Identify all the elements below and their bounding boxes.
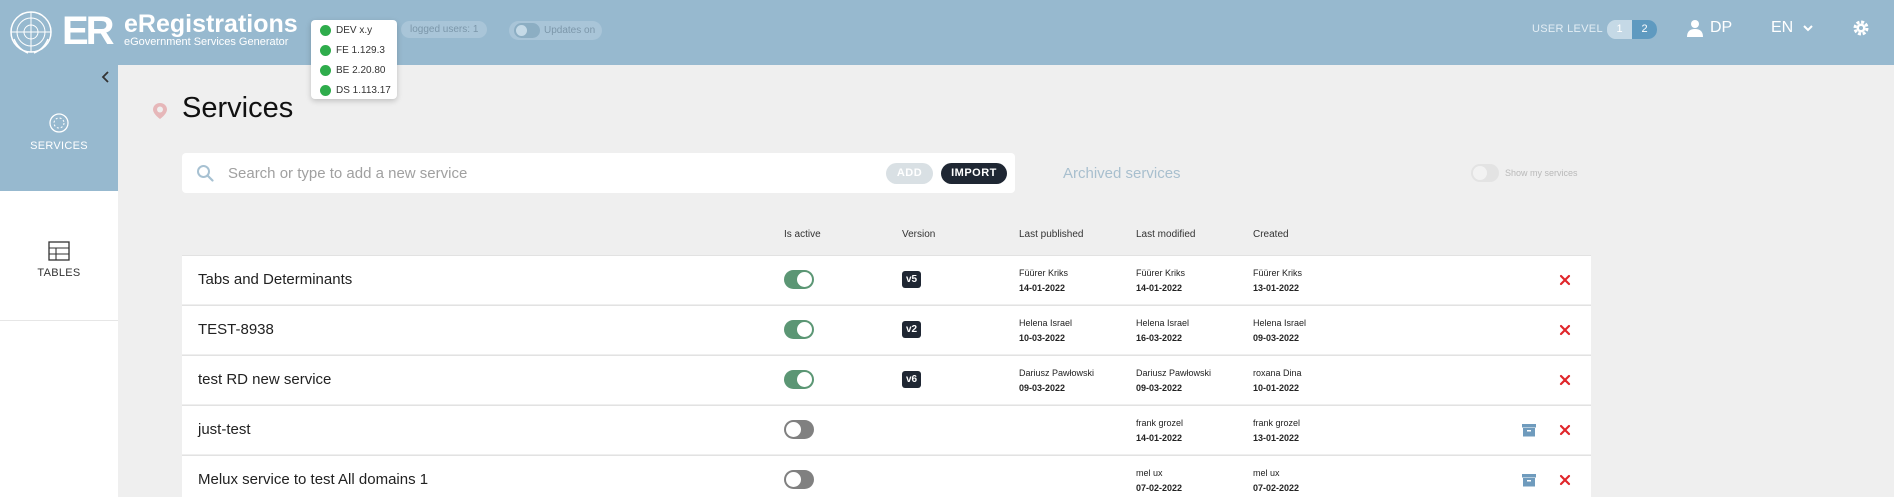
import-button[interactable]: IMPORT [941, 163, 1007, 184]
status-dot-icon [320, 64, 331, 76]
search-input[interactable] [228, 153, 848, 193]
archive-icon[interactable] [1522, 423, 1536, 437]
active-toggle[interactable] [784, 320, 814, 339]
delete-icon[interactable] [1559, 274, 1571, 286]
user-level-switch: 1 2 [1607, 20, 1657, 39]
status-dot-icon [320, 44, 331, 56]
env-be: BE 2.20.80 [320, 63, 385, 77]
table-row[interactable]: test RD new service v6 Dariusz Pawłowski… [182, 355, 1591, 404]
created-cell: roxana Dina 10-01-2022 [1253, 368, 1302, 393]
service-name[interactable]: TEST-8938 [198, 321, 274, 338]
active-toggle[interactable] [784, 370, 814, 389]
archive-icon[interactable] [1522, 473, 1536, 487]
divider [0, 320, 118, 321]
add-button[interactable]: ADD [886, 163, 933, 184]
table-row[interactable]: Melux service to test All domains 1 mel … [182, 455, 1591, 497]
table-row[interactable]: just-test frank grozel 14-01-2022 frank g… [182, 405, 1591, 454]
column-header-created: Created [1253, 229, 1289, 240]
help-pin-icon[interactable] [153, 103, 167, 119]
version-badge: v6 [902, 371, 922, 388]
column-header-active: Is active [784, 229, 821, 240]
service-name[interactable]: Melux service to test All domains 1 [198, 471, 428, 488]
active-toggle[interactable] [784, 470, 814, 489]
toggle-knob [1471, 164, 1499, 182]
env-fe: FE 1.129.3 [320, 43, 385, 57]
updates-toggle[interactable]: Updates on [509, 21, 602, 40]
env-ds: DS 1.113.17 [320, 83, 391, 97]
chevron-left-icon[interactable] [100, 70, 112, 84]
sidebar-item-label: SERVICES [30, 140, 88, 152]
status-dot-icon [320, 84, 331, 96]
delete-icon[interactable] [1559, 374, 1571, 386]
version-badge: v2 [902, 321, 922, 338]
table-row[interactable]: Tabs and Determinants v5 Füürer Kriks 14-… [182, 255, 1591, 304]
last-published-cell: Helena Israel 10-03-2022 [1019, 318, 1073, 343]
env-dev: DEV x.y [320, 23, 372, 37]
last-modified-cell: Füürer Kriks 14-01-2022 [1136, 268, 1186, 293]
last-modified-cell: Dariusz Pawłowski 09-03-2022 [1136, 368, 1212, 393]
app-title: eRegistrations [124, 10, 298, 38]
updates-label: Updates on [544, 25, 596, 36]
created-cell: Füürer Kriks 13-01-2022 [1253, 268, 1303, 293]
app-subtitle: eGovernment Services Generator [124, 36, 289, 48]
last-published-cell: Füürer Kriks 14-01-2022 [1019, 268, 1069, 293]
page-title: Services [182, 92, 294, 124]
sidebar: SERVICES TABLES [0, 65, 118, 497]
service-name[interactable]: test RD new service [198, 371, 331, 388]
delete-icon[interactable] [1559, 324, 1571, 336]
column-header-last-published: Last published [1019, 229, 1084, 240]
created-cell: frank grozel 13-01-2022 [1253, 418, 1301, 443]
top-header: ER eRegistrations eGovernment Services G… [0, 0, 1894, 65]
services-icon [49, 113, 69, 133]
last-modified-cell: frank grozel 14-01-2022 [1136, 418, 1184, 443]
table-icon [48, 241, 70, 261]
show-my-services-toggle[interactable]: Show my services [1471, 164, 1587, 182]
user-level-1[interactable]: 1 [1607, 20, 1632, 39]
active-toggle[interactable] [784, 420, 814, 439]
show-my-services-label: Show my services [1505, 168, 1578, 178]
delete-icon[interactable] [1559, 474, 1571, 486]
delete-icon[interactable] [1559, 424, 1571, 436]
search-icon [197, 165, 214, 182]
created-cell: mel ux 07-02-2022 [1253, 468, 1300, 493]
column-header-version: Version [902, 229, 936, 240]
user-icon[interactable] [1687, 19, 1703, 37]
service-name[interactable]: Tabs and Determinants [198, 271, 352, 288]
version-badge: v5 [902, 271, 922, 288]
sidebar-item-tables[interactable]: TABLES [0, 241, 118, 279]
logged-users-badge: logged users: 1 [401, 21, 488, 38]
column-header-last-modified: Last modified [1136, 229, 1196, 240]
chevron-down-icon[interactable] [1802, 22, 1814, 34]
archived-services-link[interactable]: Archived services [1063, 165, 1181, 182]
created-cell: Helena Israel 09-03-2022 [1253, 318, 1307, 343]
sidebar-item-services[interactable]: SERVICES [0, 112, 118, 152]
language-selector[interactable]: EN [1771, 19, 1793, 37]
last-published-cell: Dariusz Pawłowski 09-03-2022 [1019, 368, 1095, 393]
sidebar-item-label: TABLES [37, 267, 81, 279]
toggle-knob [514, 23, 540, 38]
user-level-label: USER LEVEL [1532, 23, 1603, 35]
user-level-2[interactable]: 2 [1632, 20, 1657, 39]
version-popup: DEV x.y FE 1.129.3 BE 2.20.80 DS 1.113.1… [311, 20, 397, 99]
last-modified-cell: mel ux 07-02-2022 [1136, 468, 1183, 493]
status-dot-icon [320, 24, 331, 36]
user-initials[interactable]: DP [1710, 19, 1732, 37]
table-row[interactable]: TEST-8938 v2 Helena Israel 10-03-2022 Hel… [182, 305, 1591, 354]
active-toggle[interactable] [784, 270, 814, 289]
er-logo: ER [62, 9, 115, 53]
service-name[interactable]: just-test [198, 421, 251, 438]
un-emblem-icon [10, 11, 52, 54]
last-modified-cell: Helena Israel 16-03-2022 [1136, 318, 1190, 343]
gear-icon[interactable] [1852, 19, 1870, 37]
search-bar: ADD IMPORT [182, 153, 1015, 193]
